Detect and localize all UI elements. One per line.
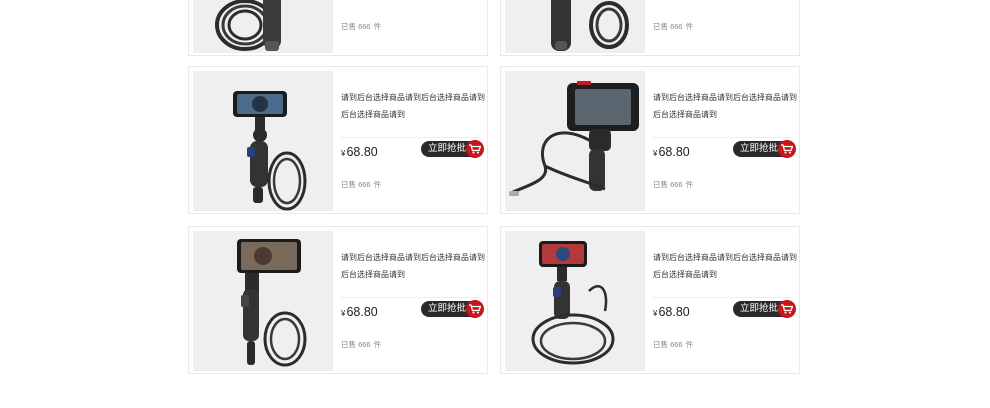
product-price: ¥68.80 [341,145,378,159]
sold-count: 已售 666 件 [341,22,382,31]
product-image[interactable] [193,0,333,53]
cart-icon [466,300,484,318]
buy-now-button[interactable]: 立即抢批 [733,300,796,318]
sold-count: 已售 666 件 [653,340,694,349]
product-image[interactable] [505,71,645,211]
product-card[interactable]: 已售 666 件 [188,0,488,56]
product-card[interactable]: 已售 666 件 [500,0,800,56]
product-price: ¥68.80 [341,305,378,319]
buy-now-label: 立即抢批 [428,143,467,154]
cart-icon [778,140,796,158]
buy-now-button[interactable]: 立即抢批 [733,140,796,158]
product-image[interactable] [505,0,645,53]
sold-count: 已售 666 件 [653,22,694,31]
cart-icon [466,140,484,158]
product-card[interactable]: 请到后台选择商品请到后台选择商品请到后台选择商品请到 ¥68.80 立即抢批 已… [500,226,800,374]
product-price: ¥68.80 [653,145,690,159]
divider [341,297,481,298]
product-card[interactable]: 请到后台选择商品请到后台选择商品请到后台选择商品请到 ¥68.80 立即抢批 已… [188,226,488,374]
product-price: ¥68.80 [653,305,690,319]
sold-count: 已售 666 件 [341,180,382,189]
sold-count: 已售 666 件 [653,180,694,189]
product-title[interactable]: 请到后台选择商品请到后台选择商品请到后台选择商品请到 [341,89,486,123]
product-card[interactable]: 请到后台选择商品请到后台选择商品请到后台选择商品请到 ¥68.80 立即抢批 已… [500,66,800,214]
product-title[interactable]: 请到后台选择商品请到后台选择商品请到后台选择商品请到 [653,89,798,123]
divider [653,137,793,138]
buy-now-button[interactable]: 立即抢批 [421,300,484,318]
buy-now-label: 立即抢批 [428,303,467,314]
product-title[interactable]: 请到后台选择商品请到后台选择商品请到后台选择商品请到 [653,249,798,283]
product-image[interactable] [505,231,645,371]
sold-count: 已售 666 件 [341,340,382,349]
cart-icon [778,300,796,318]
divider [653,297,793,298]
product-image[interactable] [193,231,333,371]
buy-now-button[interactable]: 立即抢批 [421,140,484,158]
product-title[interactable]: 请到后台选择商品请到后台选择商品请到后台选择商品请到 [341,249,486,283]
divider [341,137,481,138]
buy-now-label: 立即抢批 [740,143,779,154]
buy-now-label: 立即抢批 [740,303,779,314]
product-image[interactable] [193,71,333,211]
product-card[interactable]: 请到后台选择商品请到后台选择商品请到后台选择商品请到 ¥68.80 立即抢批 已… [188,66,488,214]
